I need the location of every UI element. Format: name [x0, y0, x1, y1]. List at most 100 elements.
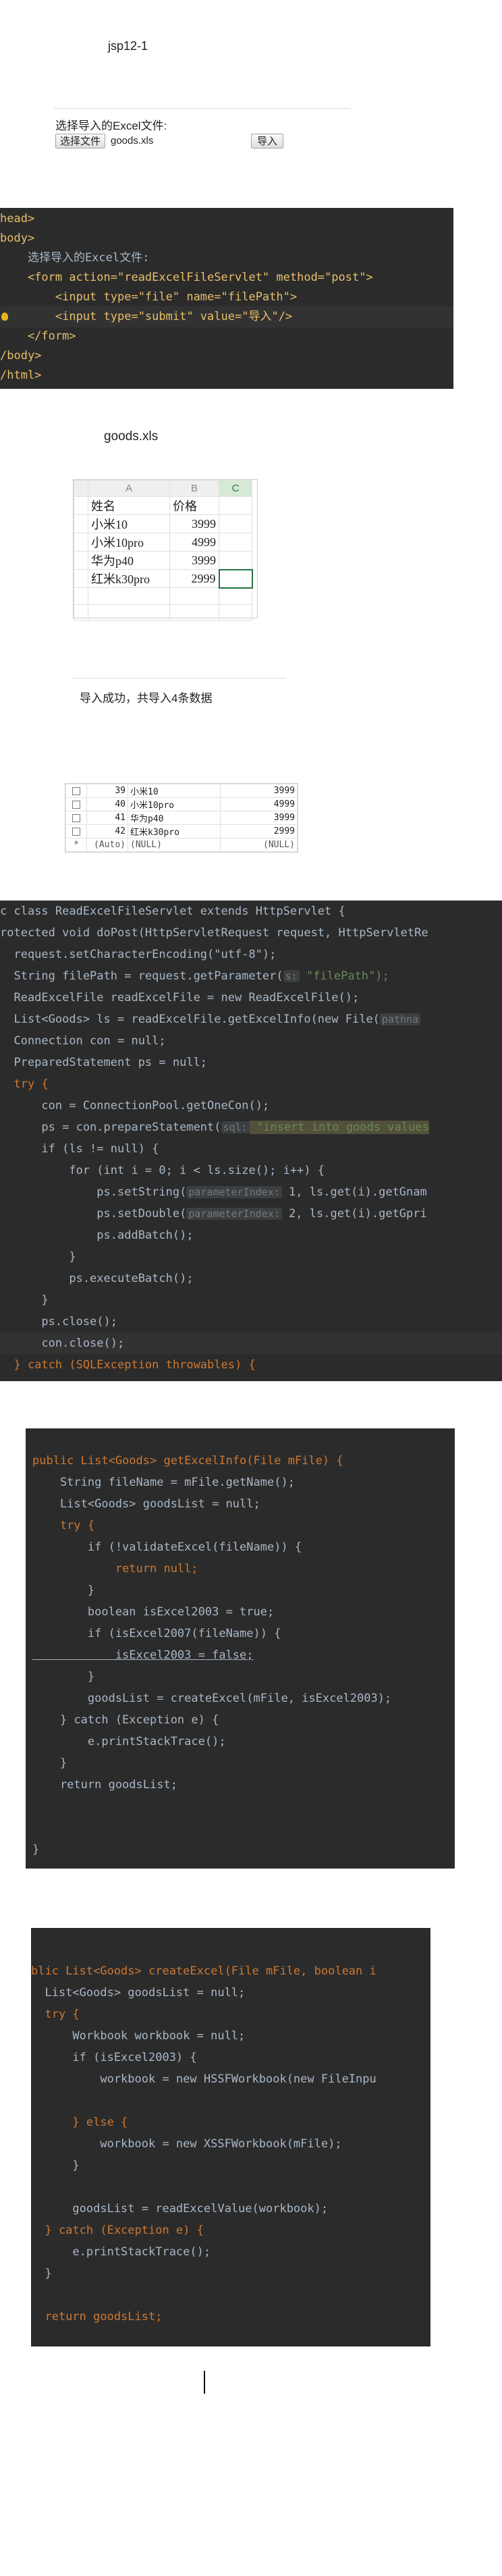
- code-line: if (ls != null) {: [0, 1142, 159, 1156]
- code-line: if (isExcel2003) {: [31, 2051, 197, 2064]
- code-line: ps.setString(parameterIndex: 1, ls.get(i…: [0, 1185, 427, 1199]
- table-cell: 40: [86, 797, 128, 811]
- sheet-cell[interactable]: 华为p40: [88, 551, 170, 570]
- code-line: head>: [0, 212, 35, 225]
- get-excel-info-code-block: public List<Goods> getExcelInfo(File mFi…: [26, 1428, 455, 1869]
- code-line: String fileName = mFile.getName();: [32, 1476, 295, 1489]
- code-line: if (isExcel2007(fileName)) {: [32, 1627, 281, 1640]
- table-cell: (Auto): [86, 838, 128, 852]
- sheet-cell[interactable]: 价格: [169, 496, 219, 515]
- table-cell: 小米10: [128, 784, 221, 798]
- row-checkbox[interactable]: [72, 800, 80, 809]
- code-line: body>: [0, 232, 35, 245]
- code-line: return null;: [32, 1562, 198, 1576]
- code-line: PreparedStatement ps = null;: [0, 1056, 208, 1069]
- table-cell: 华为p40: [128, 811, 221, 825]
- page-title: jsp12-1: [108, 39, 148, 53]
- table-cell: 39: [86, 784, 128, 798]
- table-cell: 42: [86, 824, 128, 838]
- column-header: A: [88, 480, 170, 497]
- row-checkbox[interactable]: [72, 827, 80, 836]
- servlet-code-block: c class ReadExcelFileServlet extends Htt…: [0, 901, 502, 1381]
- table-row[interactable]: 41 华为p40 3999: [65, 811, 298, 825]
- sheet-cell[interactable]: 姓名: [88, 496, 170, 515]
- new-row-marker: *: [65, 838, 87, 852]
- code-line: goodsList = createExcel(mFile, isExcel20…: [32, 1692, 392, 1705]
- code-line: public List<Goods> getExcelInfo(File mFi…: [32, 1454, 343, 1468]
- code-line: </form>: [0, 329, 76, 343]
- sheet-cell[interactable]: 3999: [169, 551, 219, 570]
- code-line: if (!validateExcel(fileName)) {: [32, 1540, 302, 1554]
- code-line: try {: [31, 2008, 80, 2021]
- code-line: ps.addBatch();: [0, 1229, 194, 1242]
- sheet-cell[interactable]: 小米10pro: [88, 533, 170, 552]
- selected-cell[interactable]: [218, 568, 253, 589]
- form-label: 选择导入的Excel文件:: [55, 119, 167, 132]
- code-line: workbook = new XSSFWorkbook(mFile);: [31, 2137, 342, 2151]
- code-line: return goodsList;: [32, 1778, 177, 1792]
- sheet-cell[interactable]: 小米10: [88, 514, 170, 533]
- choose-file-button[interactable]: 选择文件: [55, 134, 106, 149]
- code-line: blic List<Goods> createExcel(File mFile,…: [31, 1964, 376, 1978]
- code-line-current: <input type="submit" value="导入"/>: [0, 306, 453, 327]
- code-line: } else {: [31, 2116, 128, 2129]
- sheet-row: 小米10 3999: [74, 514, 252, 533]
- row-checkbox[interactable]: [72, 813, 80, 822]
- code-line: Workbook workbook = null;: [31, 2029, 246, 2043]
- table-cell: 41: [86, 811, 128, 825]
- param-hint: sql:: [221, 1121, 250, 1133]
- create-excel-code-block: blic List<Goods> createExcel(File mFile,…: [31, 1928, 430, 2346]
- code-line: rotected void doPost(HttpServletRequest …: [0, 926, 428, 940]
- table-row-new[interactable]: * (Auto) (NULL) (NULL): [65, 838, 298, 852]
- excel-file-title: goods.xls: [104, 429, 159, 444]
- code-line: }: [32, 1843, 40, 1856]
- code-line: } catch (Exception e) {: [32, 1713, 219, 1727]
- code-line: }: [31, 2159, 80, 2172]
- code-line: List<Goods> goodsList = null;: [31, 1986, 246, 2000]
- code-line: /body>: [0, 349, 42, 363]
- code-line: return goodsList;: [31, 2310, 163, 2324]
- code-line: boolean isExcel2003 = true;: [32, 1605, 275, 1619]
- code-line: c class ReadExcelFileServlet extends Htt…: [0, 905, 345, 918]
- sheet-cell[interactable]: 红米k30pro: [88, 569, 170, 588]
- excel-grid: A B C 姓名 价格 小米10 3999 小米10pro 4999 华为p40 399…: [73, 479, 258, 621]
- code-line: }: [31, 2267, 52, 2280]
- selected-file-name: goods.xls: [111, 135, 154, 146]
- code-line: List<Goods> ls = readExcelFile.getExcelI…: [0, 1009, 421, 1030]
- code-line: for (int i = 0; i < ls.size(); i++) {: [0, 1164, 325, 1177]
- param-hint: pathna: [379, 1013, 421, 1025]
- column-header-row: A B C: [74, 480, 252, 497]
- param-hint: parameterIndex:: [186, 1186, 282, 1198]
- bulb-icon: [1, 313, 8, 321]
- import-button[interactable]: 导入: [251, 134, 283, 149]
- code-line: }: [32, 1670, 95, 1684]
- sheet-cell[interactable]: 3999: [169, 514, 219, 533]
- table-row[interactable]: 42 红米k30pro 2999: [65, 824, 298, 838]
- code-line: Connection con = null;: [0, 1034, 166, 1048]
- import-result-message: 导入成功，共导入4条数据: [80, 692, 213, 705]
- text-cursor: [204, 2371, 205, 2394]
- code-line: } catch (SQLException throwables) {: [0, 1358, 256, 1372]
- table-cell: (NULL): [220, 838, 298, 852]
- code-line: 选择导入的Excel文件:: [0, 251, 150, 265]
- code-line: workbook = new HSSFWorkbook(new FileInpu: [31, 2072, 376, 2086]
- table-cell: 4999: [220, 797, 298, 811]
- param-hint: parameterIndex:: [186, 1208, 282, 1220]
- table-row[interactable]: 39 小米10 3999: [65, 784, 298, 798]
- code-line: <form action="readExcelFileServlet" meth…: [0, 271, 373, 284]
- code-line: /html>: [0, 369, 42, 382]
- sheet-row: 小米10pro 4999: [74, 533, 252, 552]
- table-row[interactable]: 40 小米10pro 4999: [65, 797, 298, 811]
- row-checkbox[interactable]: [72, 786, 80, 795]
- column-header: B: [169, 480, 219, 497]
- code-line: }: [32, 1756, 67, 1770]
- jsp-code-block: head> body> 选择导入的Excel文件: <form action="…: [0, 208, 453, 389]
- code-line: }: [0, 1250, 76, 1264]
- code-line: e.printStackTrace();: [31, 2245, 211, 2259]
- param-hint: s:: [283, 970, 300, 982]
- sheet-cell[interactable]: 4999: [169, 533, 219, 552]
- table-cell: 3999: [220, 811, 298, 825]
- sheet-cell[interactable]: 2999: [169, 569, 219, 588]
- code-line: } catch (Exception e) {: [31, 2224, 204, 2237]
- code-line: ps.executeBatch();: [0, 1272, 194, 1285]
